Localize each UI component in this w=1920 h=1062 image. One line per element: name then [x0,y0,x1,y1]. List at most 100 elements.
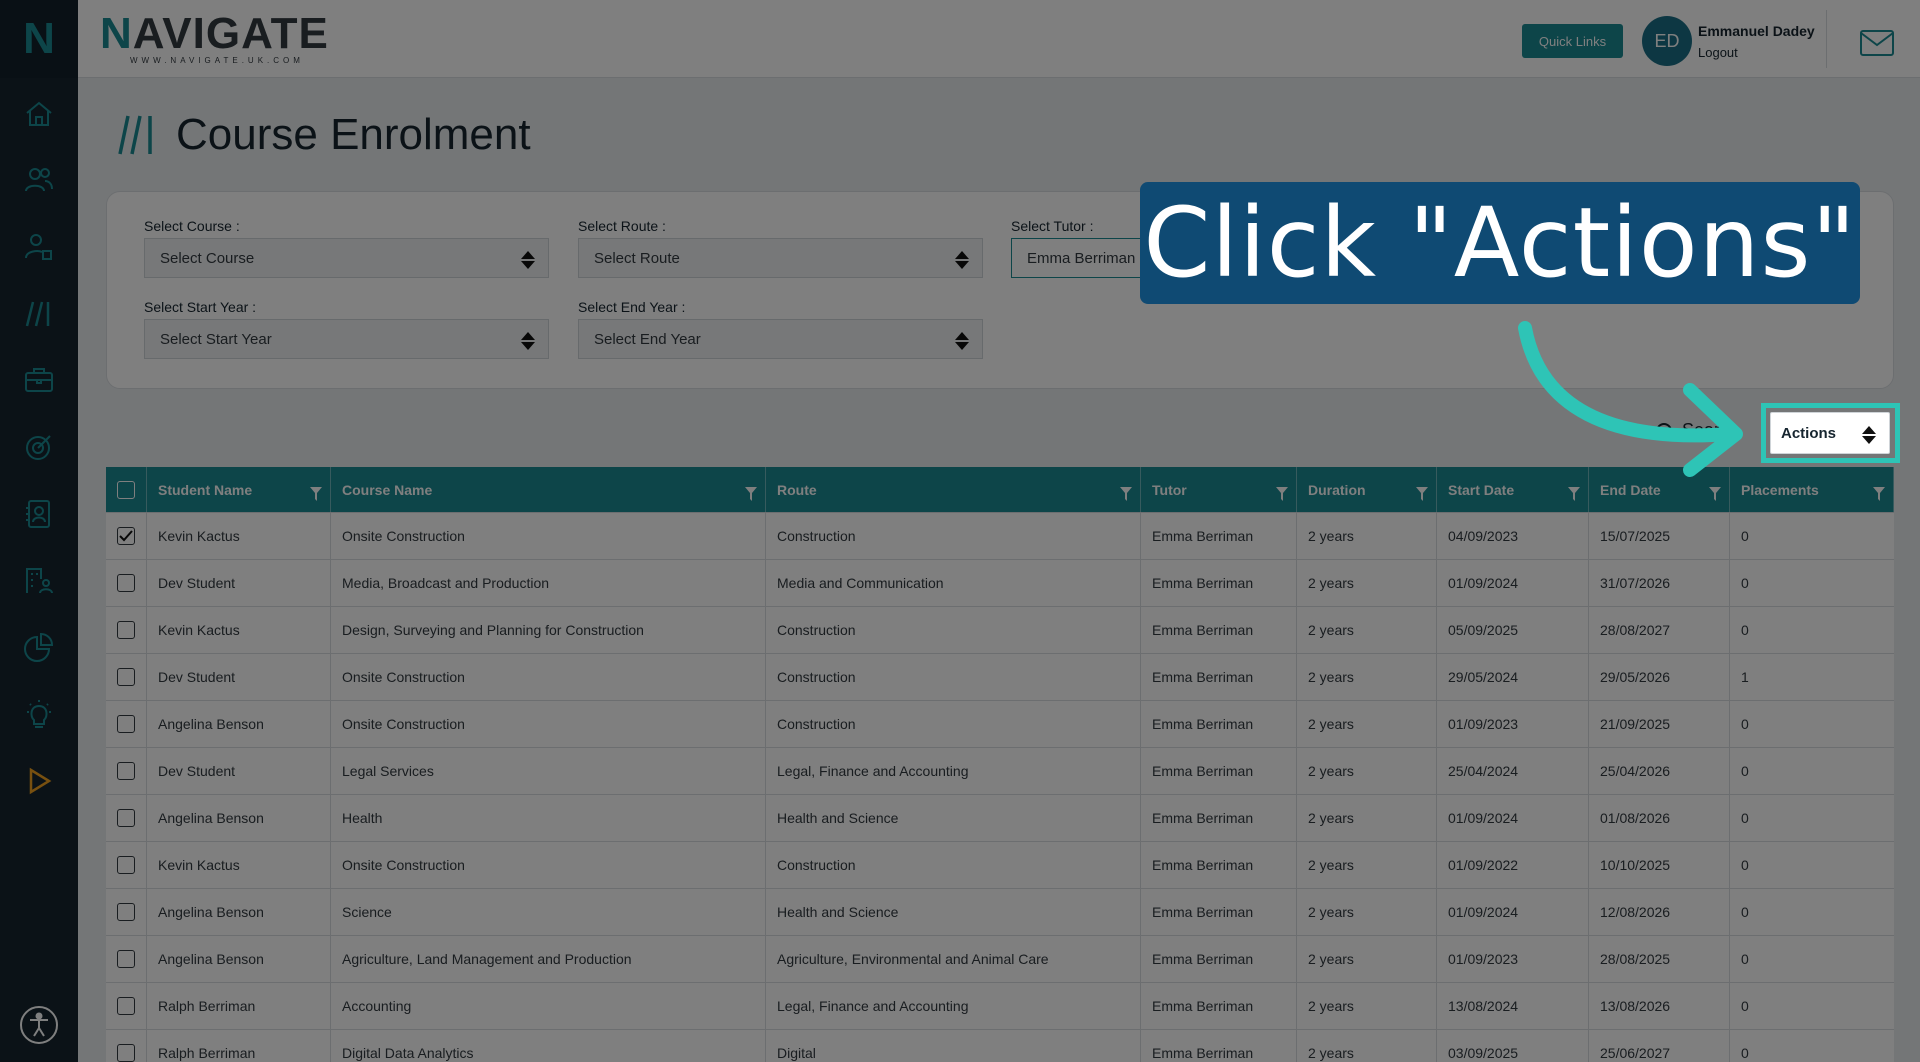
filter-icon[interactable] [1276,487,1288,501]
cell-duration: 2 years [1297,748,1437,794]
cell-course-name: Onsite Construction [331,701,766,747]
cell-duration: 2 years [1297,607,1437,653]
cell-student-name: Dev Student [147,560,331,606]
cell-route: Legal, Finance and Accounting [766,983,1141,1029]
briefcase-icon[interactable] [19,360,59,400]
brand-logo[interactable]: NAVIGATE WWW.NAVIGATE.UK.COM [100,9,329,66]
mail-icon[interactable] [1860,30,1894,61]
cell-tutor: Emma Berriman [1141,748,1297,794]
sort-caret-icon [1862,426,1876,444]
table-row[interactable]: Angelina Benson Science Health and Science… [106,889,1894,936]
cell-end-date: 21/09/2025 [1589,701,1730,747]
row-checkbox[interactable] [117,715,135,733]
filter-icon[interactable] [1873,487,1885,501]
cell-course-name: Digital Data Analytics [331,1030,766,1062]
row-checkbox[interactable] [117,527,135,545]
filter-icon[interactable] [1709,487,1721,501]
quick-links-button[interactable]: Quick Links [1522,24,1623,58]
lightbulb-icon[interactable] [19,694,59,734]
row-checkbox[interactable] [117,762,135,780]
cell-student-name: Ralph Berriman [147,983,331,1029]
home-icon[interactable] [19,94,59,134]
table-row[interactable]: Dev Student Legal Services Legal, Finance … [106,748,1894,795]
cell-tutor: Emma Berriman [1141,607,1297,653]
start-year-select[interactable]: Select Start Year [144,319,549,359]
row-checkbox[interactable] [117,903,135,921]
row-checkbox[interactable] [117,856,135,874]
col-course-name[interactable]: Course Name [331,467,766,512]
table-row[interactable]: Ralph Berriman Accounting Legal, Finance a… [106,983,1894,1030]
filter-icon[interactable] [310,487,322,501]
enrolment-table: Student Name Course Name Route Tutor Dur… [106,467,1894,1062]
route-select[interactable]: Select Route [578,238,983,278]
cell-duration: 2 years [1297,889,1437,935]
row-checkbox[interactable] [117,574,135,592]
cell-placements: 0 [1741,716,1749,732]
table-row[interactable]: Kevin Kactus Onsite Construction Construct… [106,513,1894,560]
chart-pie-icon[interactable] [19,627,59,667]
filter-icon[interactable] [1568,487,1580,501]
cell-student-name: Kevin Kactus [147,607,331,653]
cell-end-date: 10/10/2025 [1589,842,1730,888]
cell-route: Legal, Finance and Accounting [766,748,1141,794]
row-checkbox[interactable] [117,950,135,968]
course-select[interactable]: Select Course [144,238,549,278]
cell-start-date: 01/09/2024 [1437,889,1589,935]
cell-course-name: Accounting [331,983,766,1029]
cell-course-name: Onsite Construction [331,513,766,559]
cell-student-name: Angelina Benson [147,701,331,747]
row-checkbox[interactable] [117,668,135,686]
cell-course-name: Design, Surveying and Planning for Const… [331,607,766,653]
row-checkbox[interactable] [117,997,135,1015]
table-row[interactable]: Ralph Berriman Digital Data Analytics Digi… [106,1030,1894,1062]
row-checkbox[interactable] [117,621,135,639]
courses-title-icon [118,115,152,155]
table-row[interactable]: Angelina Benson Health Health and Science E… [106,795,1894,842]
col-student-name[interactable]: Student Name [147,467,331,512]
cell-route: Agriculture, Environmental and Animal Ca… [766,936,1141,982]
check-icon [119,530,133,542]
accessibility-icon[interactable] [17,1003,61,1047]
table-row[interactable]: Angelina Benson Onsite Construction Constr… [106,701,1894,748]
table-row[interactable]: Kevin Kactus Design, Surveying and Planni… [106,607,1894,654]
row-checkbox[interactable] [117,1044,135,1062]
avatar[interactable]: ED [1642,16,1692,66]
cell-course-name: Science [331,889,766,935]
page-title-area: Course Enrolment [116,110,531,160]
row-checkbox[interactable] [117,809,135,827]
cell-route: Construction [766,654,1141,700]
cell-start-date: 01/09/2024 [1437,560,1589,606]
cell-duration: 2 years [1297,513,1437,559]
actions-dropdown[interactable]: Actions [1770,412,1890,454]
end-year-select[interactable]: Select End Year [578,319,983,359]
cell-tutor: Emma Berriman [1141,983,1297,1029]
cell-start-date: 29/05/2024 [1437,654,1589,700]
filter-icon[interactable] [1120,487,1132,501]
col-route[interactable]: Route [766,467,1141,512]
sidebar-logo[interactable]: N [0,0,78,78]
courses-icon[interactable] [19,294,59,334]
user-tag-icon[interactable] [19,227,59,267]
building-users-icon[interactable] [19,561,59,601]
users-icon[interactable] [19,160,59,200]
table-row[interactable]: Angelina Benson Agriculture, Land Managem… [106,936,1894,983]
cell-end-date: 25/06/2027 [1589,1030,1730,1062]
brand-initial: N [100,9,133,58]
cell-start-date: 01/09/2023 [1437,701,1589,747]
col-tutor[interactable]: Tutor [1141,467,1297,512]
cell-route: Construction [766,607,1141,653]
col-header-label: Course Name [342,481,433,498]
select-all-checkbox[interactable] [117,480,135,499]
cell-route: Construction [766,701,1141,747]
filter-icon[interactable] [745,487,757,501]
contact-card-icon[interactable] [19,494,59,534]
col-duration[interactable]: Duration [1297,467,1437,512]
filter-icon[interactable] [1416,487,1428,501]
table-row[interactable]: Dev Student Media, Broadcast and Producti… [106,560,1894,607]
tutorial-callout: Click "Actions" [1140,182,1860,304]
play-icon[interactable] [19,761,59,801]
logout-link[interactable]: Logout [1698,45,1738,60]
target-icon[interactable] [19,427,59,467]
table-row[interactable]: Dev Student Onsite Construction Constructi… [106,654,1894,701]
table-row[interactable]: Kevin Kactus Onsite Construction Construct… [106,842,1894,889]
